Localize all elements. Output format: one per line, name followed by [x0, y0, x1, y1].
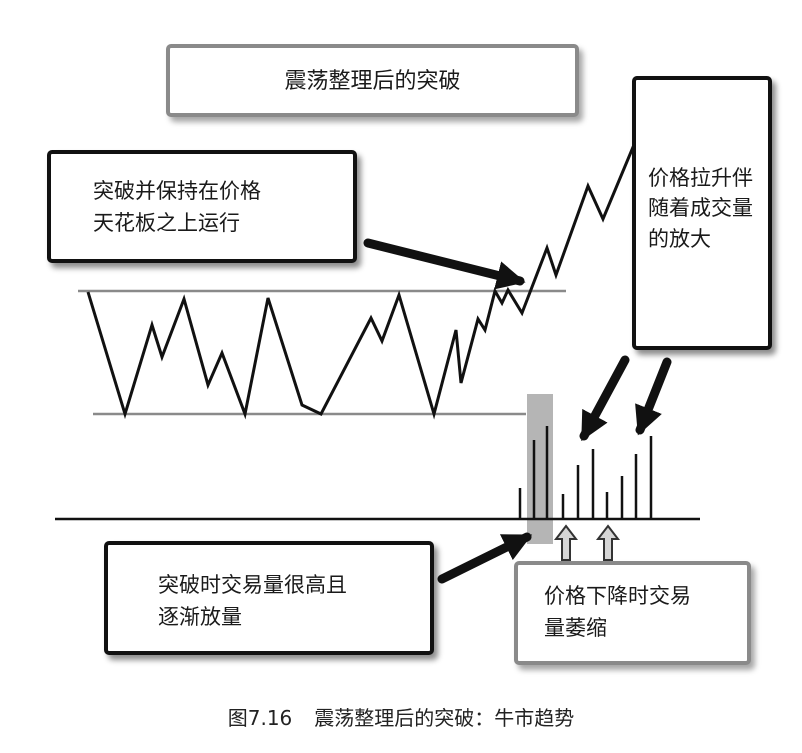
callout-line: 天花板之上运行 [93, 210, 240, 235]
figure-stage: 震荡整理后的突破 突破并保持在价格 天花板之上运行 价格拉升伴 随着成交量 的放… [0, 0, 802, 753]
callout-line: 价格拉升伴 [648, 166, 753, 190]
up-arrow-2-icon [595, 524, 621, 561]
breakout-volume-highlight [527, 394, 553, 544]
figure-caption-text: 震荡整理后的突破：牛市趋势 [314, 706, 575, 730]
arrow-to-breakout [363, 238, 526, 290]
callout-line: 突破并保持在价格 [93, 179, 261, 203]
volume-shrink-callout: 价格下降时交易 量萎缩 [514, 561, 751, 665]
diagram-title-box: 震荡整理后的突破 [166, 44, 579, 117]
arrow-to-volume-rise-2 [635, 357, 672, 436]
arrow-to-volume-rise-1 [579, 355, 630, 442]
callout-line: 随着成交量 [648, 196, 753, 221]
figure-number: 图7.16 [227, 706, 293, 730]
callout-line: 的放大 [648, 226, 711, 251]
diagram-title: 震荡整理后的突破 [284, 69, 461, 94]
callout-line: 量萎缩 [544, 615, 607, 640]
volume-high-callout: 突破时交易量很高且 逐渐放量 [104, 541, 434, 655]
price-rise-callout: 价格拉升伴 随着成交量 的放大 [632, 76, 772, 350]
callout-line: 价格下降时交易 [544, 584, 691, 608]
up-arrow-1-icon [553, 524, 579, 561]
figure-caption: 图7.16 震荡整理后的突破：牛市趋势 [0, 702, 802, 731]
breakout-callout: 突破并保持在价格 天花板之上运行 [47, 150, 357, 263]
callout-line: 逐渐放量 [158, 604, 242, 629]
callout-line: 突破时交易量很高且 [158, 573, 347, 597]
